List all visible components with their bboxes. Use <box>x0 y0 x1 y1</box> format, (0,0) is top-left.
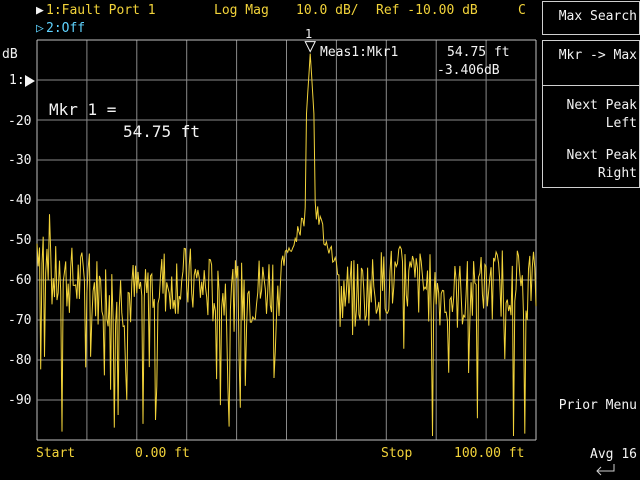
start-value[interactable]: 0.00 ft <box>135 447 190 460</box>
next-peak-left-button-line1[interactable]: Next Peak <box>567 97 637 115</box>
enter-return-icon <box>596 464 615 476</box>
marker-1[interactable] <box>304 41 317 53</box>
marker-number-label: 1 <box>305 27 313 41</box>
average-status: Avg 16 <box>590 447 637 462</box>
mkr-to-max-button[interactable]: Mkr -> Max <box>559 47 637 65</box>
marker-big-label: Mkr 1 = <box>49 100 117 119</box>
stop-label: Stop <box>381 446 413 461</box>
stop-value[interactable]: 100.00 ft <box>454 447 524 460</box>
start-label: Start <box>36 446 76 461</box>
marker-readout-y: -3.406dB <box>437 63 500 78</box>
marker-triangle-icon[interactable] <box>304 41 317 53</box>
next-peak-right-button-line1[interactable]: Next Peak <box>567 147 637 165</box>
marker-readout-x: 54.75 ft <box>447 45 510 60</box>
prior-menu-button[interactable]: Prior Menu <box>559 397 637 415</box>
next-peak-right-button-line2[interactable]: Right <box>598 165 637 183</box>
marker-big-value: 54.75 ft <box>123 122 201 141</box>
max-search-button[interactable]: Max Search <box>559 8 637 26</box>
next-peak-left-button-line2[interactable]: Left <box>606 115 637 133</box>
marker-readout-label: Meas1:Mkr1 <box>320 45 399 60</box>
